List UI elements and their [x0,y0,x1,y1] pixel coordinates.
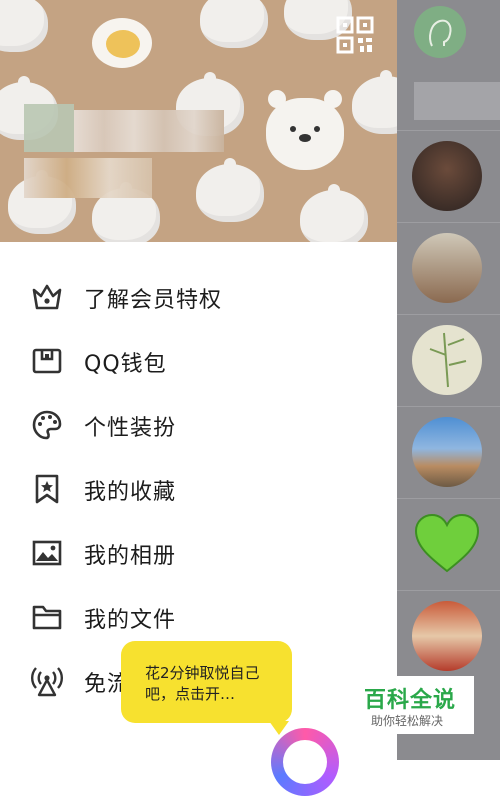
folder-icon [30,600,64,634]
list-item[interactable] [397,590,500,683]
bun-decoration [200,0,268,48]
palette-icon [30,408,64,442]
avatar [414,6,466,58]
search-bar[interactable] [414,82,500,120]
photo-icon [30,536,64,570]
avatar [412,233,482,303]
menu-item-album[interactable]: 我的相册 [0,526,397,574]
floating-action-button[interactable] [271,728,339,796]
watermark-subtitle: 助你轻松解决 [371,714,444,728]
list-item[interactable] [397,222,500,315]
bookmark-star-icon [30,472,64,506]
profile-header [0,0,397,242]
bun-decoration [300,184,368,242]
menu-item-label: 我的收藏 [84,480,177,505]
list-item[interactable] [397,406,500,499]
crown-icon [30,280,64,314]
list-item[interactable] [397,498,500,591]
avatar [412,325,482,395]
tooltip-text: 花2分钟取悦自己吧，点击开… [145,664,260,703]
menu-item-favorites[interactable]: 我的收藏 [0,462,397,510]
watermark-logo: 百科全说 助你轻松解决 [348,676,474,734]
wallet-icon [30,344,64,378]
menu-item-files[interactable]: 我的文件 [0,590,397,638]
menu-item-label: 我的相册 [84,544,177,569]
heart-icon [412,509,482,579]
avatar [412,141,482,211]
menu-item-label: 我的文件 [84,608,177,633]
menu-item-wallet[interactable]: QQ钱包 [0,334,397,382]
bun-decoration [352,70,397,134]
bun-decoration [0,0,48,52]
menu-item-label: 了解会员特权 [84,288,223,313]
avatar[interactable] [24,104,74,152]
bun-decoration [196,158,264,222]
nickname-blur [74,110,224,152]
bear-decoration [266,90,344,170]
egg-decoration [92,18,152,68]
tooltip-bubble[interactable]: 花2分钟取悦自己吧，点击开… [121,641,292,735]
menu-item-theme[interactable]: 个性装扮 [0,398,397,446]
list-item[interactable] [397,314,500,407]
avatar [412,417,482,487]
avatar [412,601,482,671]
menu-item-label: QQ钱包 [84,352,167,377]
menu-item-label: 个性装扮 [84,416,177,441]
qr-code-icon[interactable] [336,16,374,54]
broadcast-icon [30,664,64,698]
level-blur [24,158,152,198]
list-item[interactable] [397,130,500,223]
watermark-title: 百科全说 [364,688,457,713]
menu-item-vip[interactable]: 了解会员特权 [0,270,397,318]
